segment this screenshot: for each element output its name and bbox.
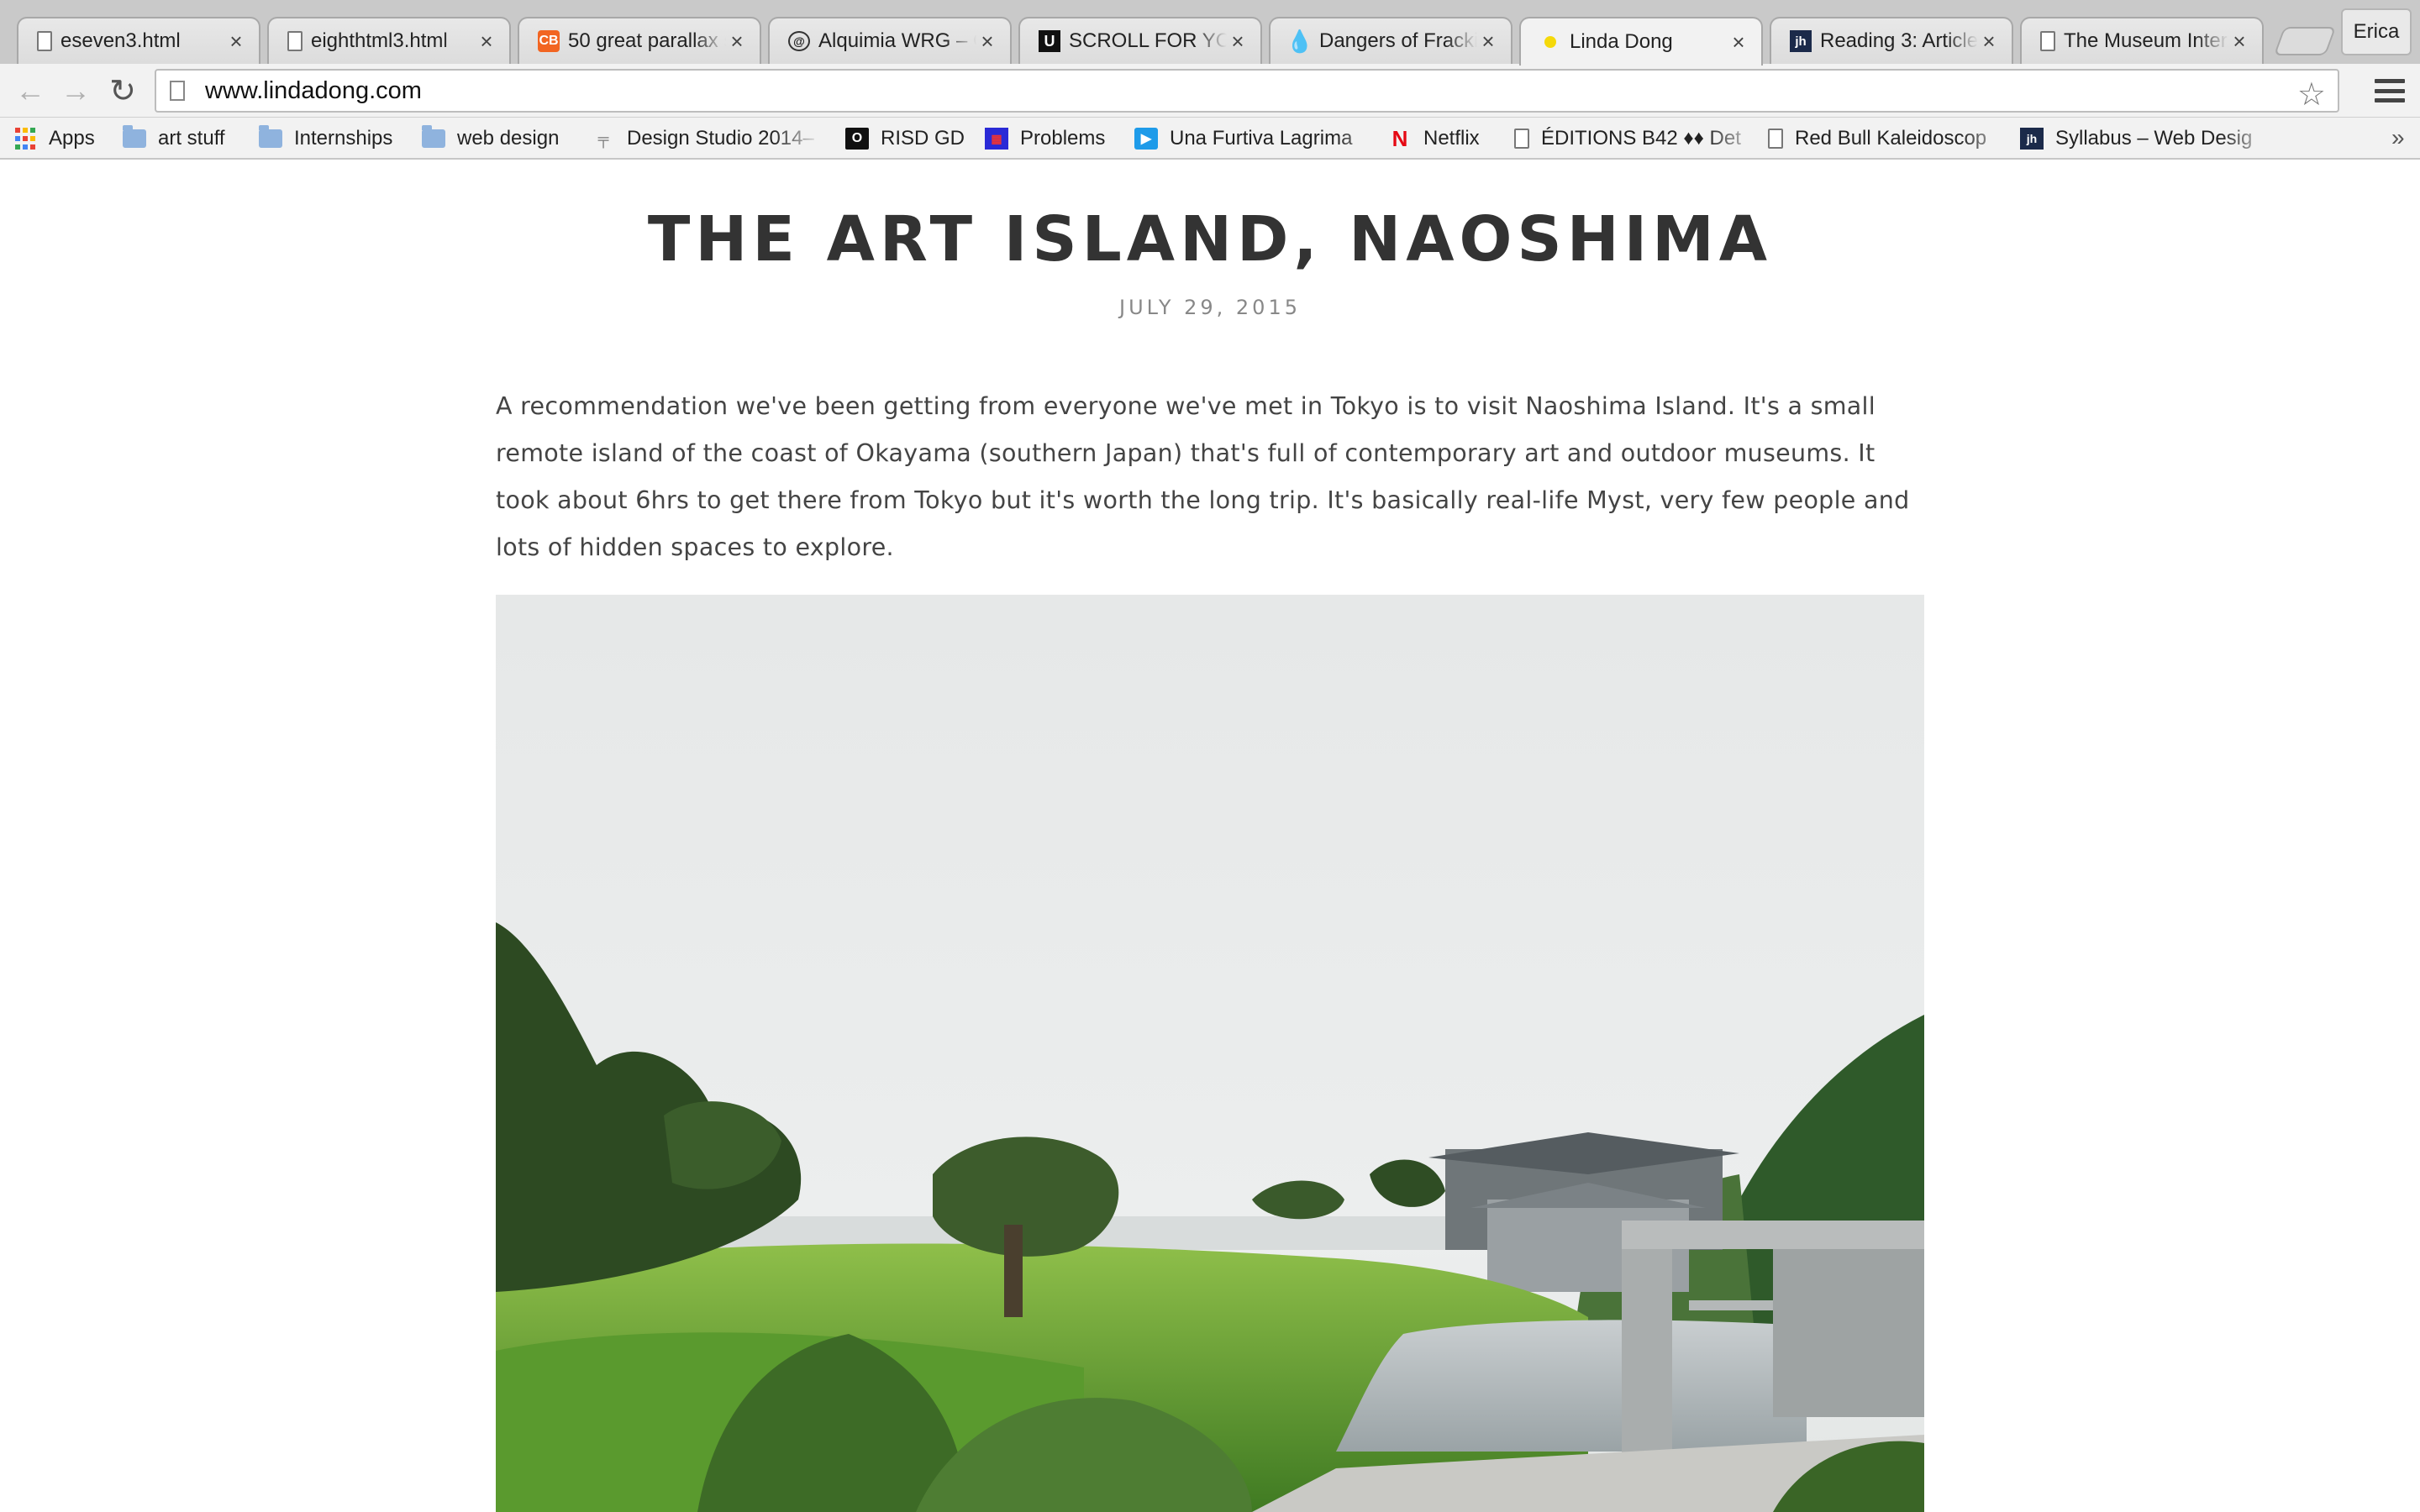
naoshima-photo xyxy=(496,595,1924,1512)
jh-icon: jh xyxy=(2020,128,2044,150)
post-body: A recommendation we've been getting from… xyxy=(496,392,1910,561)
page-icon xyxy=(170,81,185,101)
close-icon[interactable]: × xyxy=(2228,29,2250,55)
cb-icon: CB xyxy=(538,30,560,52)
back-arrow-icon[interactable]: ← xyxy=(13,73,47,108)
folder-icon xyxy=(422,125,445,148)
tab-strip: eseven3.html × eighthtml3.html × CB 50 g… xyxy=(0,0,2420,66)
u-icon: U xyxy=(1039,30,1060,52)
netflix-icon: N xyxy=(1392,125,1408,151)
bookmark-internships[interactable]: Internships xyxy=(259,124,392,153)
close-icon[interactable]: × xyxy=(225,29,247,55)
play-icon: ▶ xyxy=(1134,128,1158,150)
bookmark-label: Design Studio 2014– xyxy=(627,127,814,150)
menu-icon[interactable] xyxy=(2375,76,2405,106)
tab-eighthtml3[interactable]: eighthtml3.html × xyxy=(267,17,511,64)
risd-icon: O xyxy=(845,128,869,150)
tab-title: Linda Dong xyxy=(1570,30,1673,53)
bookmark-web-design[interactable]: web design xyxy=(422,124,559,153)
tab-title: eseven3.html xyxy=(60,29,181,52)
bookmark-syllabus[interactable]: jh Syllabus – Web Desig xyxy=(2020,124,2275,153)
tab-title: eighthtml3.html xyxy=(311,29,448,52)
jh-icon: jh xyxy=(1790,30,1812,52)
water-drop-icon: 💧 xyxy=(1286,28,1314,54)
browser-chrome: eseven3.html × eighthtml3.html × CB 50 g… xyxy=(0,0,2420,160)
bookmark-label: Syllabus – Web Desig xyxy=(2055,127,2253,150)
bookmark-star-icon[interactable]: ☆ xyxy=(2297,76,2326,113)
bookmark-art-stuff[interactable]: art stuff xyxy=(123,124,225,153)
close-icon[interactable]: × xyxy=(476,29,497,55)
tab-museum[interactable]: The Museum Inter × xyxy=(2020,17,2264,64)
document-icon xyxy=(1768,129,1783,149)
tab-parallax[interactable]: CB 50 great parallax s × xyxy=(518,17,761,64)
close-icon[interactable]: × xyxy=(726,29,748,55)
document-icon xyxy=(287,31,302,51)
tab-title: Reading 3: Article xyxy=(1820,29,1978,52)
bookmark-label: Internships xyxy=(294,127,393,150)
bookmark-label: ÉDITIONS B42 ♦♦ Det xyxy=(1541,127,1741,150)
bookmark-label: web design xyxy=(457,127,560,150)
bench-icon: ╤ xyxy=(597,129,609,147)
tab-eseven3[interactable]: eseven3.html × xyxy=(17,17,260,64)
url-text: www.lindadong.com xyxy=(205,76,422,104)
bookmark-label: Una Furtiva Lagrima xyxy=(1170,127,1353,150)
alquimia-icon: @ xyxy=(788,31,810,51)
tab-title: SCROLL FOR YOUR xyxy=(1069,29,1227,52)
tab-linda-dong[interactable]: Linda Dong × xyxy=(1519,17,1763,66)
tab-title: Dangers of Frackin xyxy=(1319,29,1477,52)
close-icon[interactable]: × xyxy=(976,29,998,55)
bookmark-label: Red Bull Kaleidoscop xyxy=(1795,127,1987,150)
close-icon[interactable]: × xyxy=(1477,29,1499,55)
document-icon xyxy=(1514,129,1529,149)
profile-button[interactable]: Erica xyxy=(2341,8,2412,55)
post-date: JULY 29, 2015 xyxy=(1119,296,1301,319)
bookmark-red-bull[interactable]: Red Bull Kaleidoscop xyxy=(1768,124,2015,153)
page-content: THE ART ISLAND, NAOSHIMA JULY 29, 2015 A… xyxy=(0,160,2420,1512)
bookmark-label: RISD GD xyxy=(881,127,965,150)
address-bar[interactable]: www.lindadong.com ☆ xyxy=(155,69,2339,113)
bookmark-design-studio[interactable]: ╤ Design Studio 2014– xyxy=(592,124,822,153)
bookmark-label: Apps xyxy=(49,127,95,150)
bookmark-label: Problems xyxy=(1020,127,1106,150)
bookmark-risd-gd[interactable]: O RISD GD xyxy=(845,124,965,153)
tab-title: 50 great parallax s xyxy=(568,29,726,52)
forward-arrow-icon[interactable]: → xyxy=(59,73,92,108)
tab-title: The Museum Inter xyxy=(2064,29,2228,52)
browser-toolbar: ← → ↻ www.lindadong.com ☆ xyxy=(0,64,2420,118)
folder-icon xyxy=(123,125,146,148)
problems-icon: ▦ xyxy=(985,128,1008,150)
tab-reading3[interactable]: jh Reading 3: Article × xyxy=(1770,17,2013,64)
post-title: THE ART ISLAND, NAOSHIMA xyxy=(647,203,1773,276)
bookmark-apps[interactable]: Apps xyxy=(13,124,95,153)
tab-title: Alquimia WRG – C xyxy=(818,29,976,52)
bookmarks-bar: Apps art stuff Internships web design ╤ … xyxy=(0,118,2420,160)
document-icon xyxy=(2040,31,2055,51)
apps-grid-icon xyxy=(13,128,37,150)
tab-fracking[interactable]: 💧 Dangers of Frackin × xyxy=(1269,17,1512,64)
yellow-dot-icon xyxy=(1539,31,1561,53)
folder-icon xyxy=(259,125,282,148)
bookmark-problems[interactable]: ▦ Problems xyxy=(985,124,1105,153)
bookmark-label: art stuff xyxy=(158,127,225,150)
bookmark-editions-b42[interactable]: ÉDITIONS B42 ♦♦ Det xyxy=(1514,124,1761,153)
bookmark-una-furtiva[interactable]: ▶ Una Furtiva Lagrima xyxy=(1134,124,1392,153)
reload-icon[interactable]: ↻ xyxy=(106,74,139,109)
close-icon[interactable]: × xyxy=(1227,29,1249,55)
tab-scroll[interactable]: U SCROLL FOR YOUR × xyxy=(1018,17,1262,64)
close-icon[interactable]: × xyxy=(1728,29,1749,55)
document-icon xyxy=(37,31,52,51)
bookmark-netflix[interactable]: N Netflix xyxy=(1388,124,1480,153)
new-tab-button[interactable] xyxy=(2273,27,2337,55)
close-icon[interactable]: × xyxy=(1978,29,2000,55)
bookmarks-overflow-button[interactable]: » xyxy=(2391,124,2405,151)
tab-alquimia[interactable]: @ Alquimia WRG – C × xyxy=(768,17,1012,64)
bookmark-label: Netflix xyxy=(1423,127,1480,150)
